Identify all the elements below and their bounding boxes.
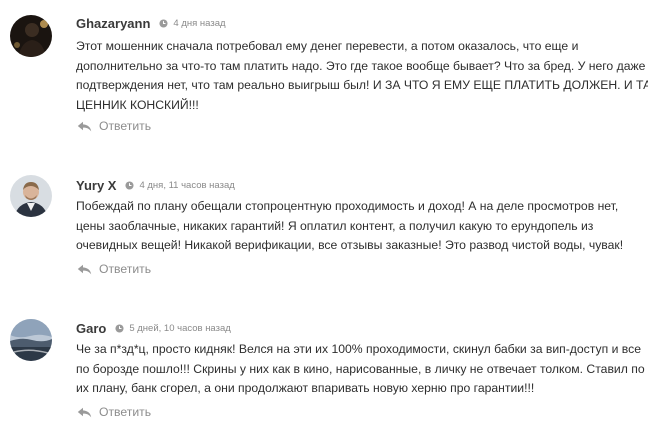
comment-line: их плану, банк сгорел, а они продолжают … — [76, 381, 535, 395]
author-name[interactable]: Ghazaryann — [76, 16, 150, 31]
comment-line: по борозде пошло!!! Скрины у них как в к… — [76, 361, 645, 376]
comment-text: Побеждай по плану обещали стопроцентную … — [76, 197, 636, 256]
comment-header: Ghazaryann 4 дня назад — [76, 14, 226, 32]
reply-label[interactable]: Ответить — [99, 119, 151, 133]
comment-line: очевидных вещей! Никакой верификации, вс… — [76, 238, 624, 252]
avatar[interactable] — [10, 15, 52, 57]
avatar[interactable] — [10, 319, 52, 361]
comment-line: цены заоблачные, никаких гарантий! Я опл… — [76, 218, 594, 233]
reply-arrow-icon — [77, 407, 92, 417]
reply-arrow-icon — [77, 264, 92, 274]
comment-header: Garo 5 дней, 10 часов назад — [76, 319, 231, 337]
comment-line: Этот мошенник сначала потребовал ему ден… — [76, 39, 579, 53]
reply-button[interactable]: Ответить — [77, 117, 151, 135]
clock-icon — [159, 18, 168, 28]
comment-line: Че за п*зд*ц, просто кидняк! Велся на эт… — [76, 342, 641, 356]
reply-label[interactable]: Ответить — [99, 262, 151, 276]
clock-icon — [115, 323, 124, 333]
comment-time[interactable]: 5 дней, 10 часов назад — [129, 323, 230, 334]
reply-label[interactable]: Ответить — [99, 405, 151, 419]
comment-text: Че за п*зд*ц, просто кидняк! Велся на эт… — [76, 340, 645, 399]
reply-button[interactable]: Ответить — [77, 403, 151, 421]
reply-button[interactable]: Ответить — [77, 260, 151, 278]
author-name[interactable]: Garo — [76, 321, 106, 336]
comment-time[interactable]: 4 дня, 11 часов назад — [139, 180, 234, 191]
comment-line: ЦЕННИК КОНСКИЙ!!! — [76, 97, 199, 112]
comment-line: подтверждения нет, что там реально выигр… — [76, 78, 648, 92]
author-name[interactable]: Yury X — [76, 178, 116, 193]
comment-line: дополнительно за что-то там платить надо… — [76, 58, 646, 73]
comment-header: Yury X 4 дня, 11 часов назад — [76, 176, 235, 194]
comment-text: Этот мошенник сначала потребовал ему ден… — [76, 37, 648, 115]
comment-time[interactable]: 4 дня назад — [173, 18, 225, 29]
comment-line: Побеждай по плану обещали стопроцентную … — [76, 199, 619, 213]
avatar[interactable] — [10, 175, 52, 217]
reply-arrow-icon — [77, 121, 92, 131]
clock-icon — [125, 180, 135, 190]
